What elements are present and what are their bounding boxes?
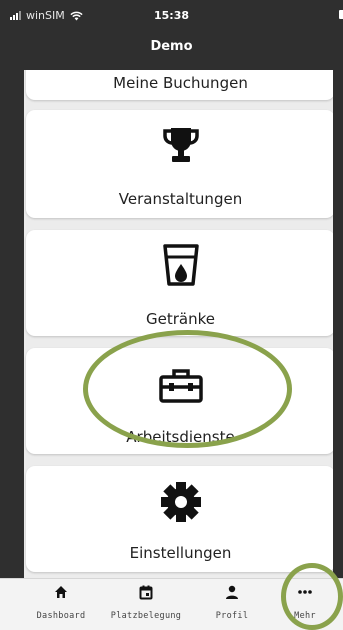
menu-card-veranstaltungen[interactable]: Veranstaltungen <box>26 110 333 218</box>
menu-card-label: Getränke <box>146 310 215 328</box>
menu-card-label: Einstellungen <box>129 544 232 562</box>
drink-glass-icon <box>162 244 199 286</box>
page-title: Demo <box>150 39 193 54</box>
nav-label: Platzbelegung <box>110 611 182 621</box>
status-time: 15:38 <box>153 9 189 22</box>
nav-item-platzbelegung[interactable]: Platzbelegung <box>104 583 188 621</box>
battery-icon <box>339 10 343 19</box>
menu-card-label: Veranstaltungen <box>118 190 243 208</box>
nav-item-profil[interactable]: Profil <box>190 583 274 621</box>
status-bar: winSIM 15:38 <box>0 0 343 30</box>
sidebar-strip <box>0 70 24 578</box>
menu-card-getraenke[interactable]: Getränke <box>26 230 333 336</box>
nav-label: Dashboard <box>36 611 86 621</box>
highlight-circle <box>83 330 292 448</box>
highlight-circle <box>281 563 343 630</box>
nav-label: Profil <box>215 611 249 621</box>
menu-card-label: Meine Buchungen <box>113 74 248 92</box>
gear-icon <box>160 482 201 522</box>
calendar-icon <box>139 585 153 599</box>
menu-card-einstellungen[interactable]: Einstellungen <box>26 466 333 572</box>
menu-list[interactable]: Meine Buchungen Veranstaltungen Getränke <box>24 70 333 578</box>
home-icon <box>55 586 67 598</box>
nav-item-dashboard[interactable]: Dashboard <box>19 583 103 621</box>
sidebar-strip-right <box>333 70 343 578</box>
trophy-icon <box>162 128 199 162</box>
app-header: Demo <box>0 30 343 70</box>
menu-card-meine-buchungen[interactable]: Meine Buchungen <box>26 70 333 100</box>
person-icon <box>226 585 238 599</box>
